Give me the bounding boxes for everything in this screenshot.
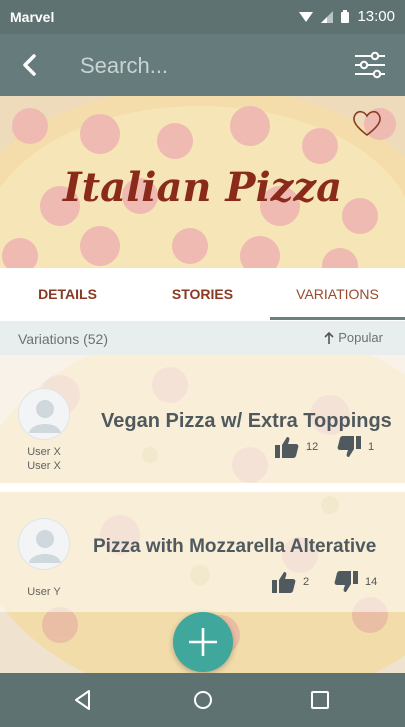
- downvote-button[interactable]: 14: [333, 570, 377, 594]
- upvote-button[interactable]: 2: [271, 570, 309, 594]
- user-name: User Y: [27, 586, 61, 598]
- filter-icon[interactable]: [353, 50, 387, 80]
- upvote-button[interactable]: 12: [274, 435, 318, 459]
- heart-icon[interactable]: [351, 108, 383, 138]
- clock: 13:00: [357, 8, 395, 25]
- user-name: User X: [27, 446, 61, 458]
- thumbs-down-icon: [334, 571, 358, 592]
- carrier-label: Marvel: [10, 9, 55, 25]
- avatar[interactable]: [18, 388, 70, 440]
- upvote-count: 2: [303, 576, 310, 588]
- recipe-title: Italian Pizza: [62, 164, 343, 211]
- nav-back-icon[interactable]: [71, 688, 95, 712]
- nav-recents-icon[interactable]: [308, 688, 332, 712]
- thumbs-up-icon: [272, 572, 296, 593]
- plus-icon: [189, 628, 217, 656]
- variations-count: Variations (52): [18, 331, 109, 347]
- battery-icon: [341, 10, 350, 23]
- variation-title: Vegan Pizza w/ Extra Toppings: [101, 410, 392, 432]
- user-name: User X: [27, 460, 61, 472]
- app-bar: [0, 34, 405, 96]
- downvote-count: 1: [368, 441, 375, 453]
- upvote-count: 12: [306, 441, 319, 453]
- tab-stories[interactable]: STORIES: [135, 268, 270, 320]
- status-bar: Marvel 13:00: [0, 0, 405, 34]
- sort-button[interactable]: Popular: [324, 330, 383, 345]
- status-icons: 13:00: [299, 8, 395, 25]
- downvote-count: 14: [365, 576, 378, 588]
- arrow-up-icon: [324, 331, 334, 344]
- list-item[interactable]: User X User X Vegan Pizza w/ Extra Toppi…: [0, 355, 405, 483]
- downvote-button[interactable]: 1: [336, 435, 374, 459]
- thumbs-down-icon: [337, 436, 361, 457]
- hero-banner: Italian Pizza: [0, 96, 405, 268]
- thumbs-up-icon: [275, 437, 299, 458]
- navigation-bar: [0, 673, 405, 727]
- wifi-icon: [299, 11, 314, 22]
- tab-bar: DETAILS STORIES VARIATIONS: [0, 268, 405, 320]
- tab-variations[interactable]: VARIATIONS: [270, 268, 405, 320]
- avatar[interactable]: [18, 518, 70, 570]
- variations-header: Variations (52) Popular: [0, 321, 405, 355]
- search-input[interactable]: [80, 48, 330, 84]
- user-icon: [29, 400, 61, 433]
- divider: [0, 483, 405, 492]
- signal-icon: [321, 10, 334, 23]
- variation-title: Pizza with Mozzarella Alterative: [93, 536, 377, 557]
- tab-details[interactable]: DETAILS: [0, 268, 135, 320]
- list-item[interactable]: User Y Pizza with Mozzarella Alterative …: [0, 492, 405, 612]
- sort-label: Popular: [338, 330, 383, 345]
- nav-home-icon[interactable]: [191, 688, 215, 712]
- user-icon: [29, 530, 61, 563]
- back-arrow-icon[interactable]: [14, 48, 48, 82]
- add-variation-button[interactable]: [173, 612, 233, 672]
